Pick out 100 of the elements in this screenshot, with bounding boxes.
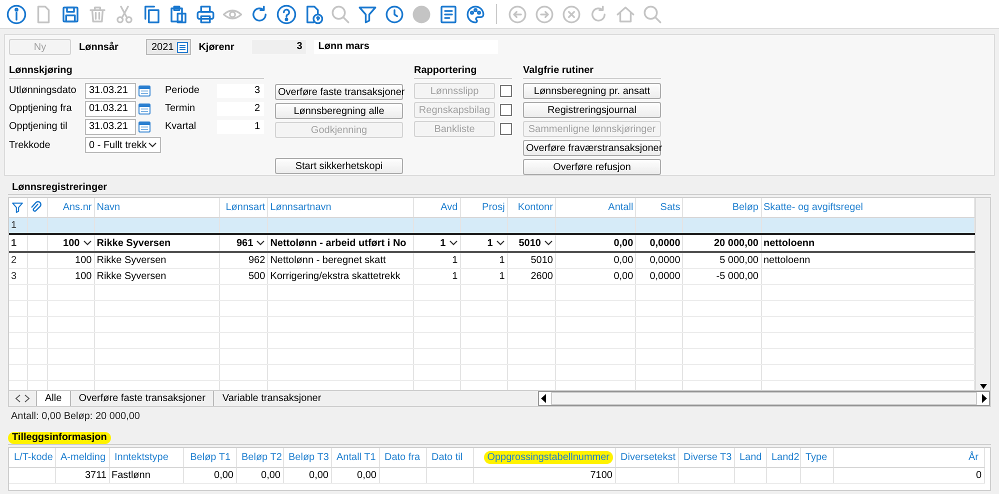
- table-row[interactable]: 2 100 Rikke Syversen 962 Nettolønn - beregnet skatt 1 1 5010 0,00 0,0000 5 000,00 nettoloenn: [9, 252, 975, 268]
- info-icon[interactable]: [6, 4, 27, 24]
- row-number: 3: [9, 268, 28, 284]
- calendar-icon[interactable]: [138, 84, 151, 97]
- run-name-field: Lønn mars: [314, 40, 498, 54]
- table-cell: Nettolønn - arbeid utført i No: [268, 234, 414, 252]
- table-cell: 0,0000: [636, 268, 683, 284]
- run-number-label: Kjørenr: [198, 42, 234, 52]
- table-cell: 1: [413, 234, 460, 252]
- table-cell: 0,00: [555, 252, 636, 268]
- table-cell: 961: [220, 234, 268, 252]
- column-header[interactable]: Antall T1: [331, 448, 379, 468]
- table-cell: Fastlønn: [109, 468, 183, 484]
- routine-button[interactable]: Registreringsjournal: [523, 102, 661, 118]
- action-button[interactable]: Lønnsberegning alle: [275, 103, 403, 119]
- table-cell: Nettolønn - beregnet skatt: [268, 252, 414, 268]
- clock-icon[interactable]: [384, 4, 405, 24]
- column-header[interactable]: Beløp T1: [183, 448, 236, 468]
- clipboard-icon[interactable]: [168, 4, 189, 24]
- table-cell: 2600: [507, 268, 556, 284]
- paperclip-icon[interactable]: [30, 201, 42, 214]
- calendar-icon[interactable]: [138, 120, 151, 133]
- table-cell: Korrigering/ekstra skattetrekk: [268, 268, 414, 284]
- caret-icon[interactable]: [148, 142, 157, 148]
- table-cell: 3711: [55, 468, 109, 484]
- column-header[interactable]: Beløp T2: [236, 448, 283, 468]
- table-cell: Rikke Syversen: [94, 234, 220, 252]
- column-header[interactable]: L/T-kode: [9, 448, 55, 468]
- palette-icon[interactable]: [465, 4, 486, 24]
- caret-icon[interactable]: [544, 240, 553, 246]
- filter-icon[interactable]: [357, 4, 378, 24]
- backup-button[interactable]: Start sikkerhetskopi: [275, 158, 403, 174]
- counter-value: 3: [217, 84, 264, 98]
- counter-label: Termin: [165, 103, 196, 114]
- list-icon[interactable]: [176, 42, 188, 52]
- caret-icon[interactable]: [448, 240, 458, 246]
- chevron-left-icon[interactable]: [15, 394, 21, 403]
- table-cell: 100: [47, 234, 94, 252]
- scroll-left-icon[interactable]: [539, 393, 549, 404]
- year-label: Lønnsår: [79, 42, 118, 52]
- field-label: Opptjening til: [9, 121, 68, 132]
- printer-icon[interactable]: [195, 4, 216, 24]
- caret-icon[interactable]: [256, 240, 266, 246]
- note-icon[interactable]: [438, 4, 459, 24]
- routine-button[interactable]: Lønnsberegning pr. ansatt: [523, 83, 661, 99]
- new-row[interactable]: 1: [9, 218, 975, 234]
- horizontal-scrollbar[interactable]: [538, 391, 990, 406]
- year-field[interactable]: 2021: [146, 39, 191, 55]
- table-cell: nettoloenn: [761, 234, 975, 252]
- table-cell: nettoloenn: [761, 252, 975, 268]
- column-header[interactable]: Beløp T3: [283, 448, 331, 468]
- table-cell: 0,00: [183, 468, 236, 484]
- filter-icon[interactable]: [11, 201, 24, 214]
- caret-icon[interactable]: [496, 240, 505, 246]
- column-header[interactable]: Diversetekst: [615, 448, 678, 468]
- counter-value: 1: [217, 120, 264, 134]
- row-number: 1: [9, 234, 28, 252]
- table-cell: 1: [413, 268, 460, 284]
- table-cell: 0,00: [331, 468, 379, 484]
- caret-icon[interactable]: [82, 240, 92, 246]
- action-button[interactable]: Overføre faste transaksjoner: [275, 84, 403, 100]
- table-cell: 0,00: [283, 468, 331, 484]
- calendar-icon[interactable]: [138, 102, 151, 115]
- group-title: Lønnskjøring: [9, 65, 264, 79]
- column-header[interactable]: Diverse T3: [678, 448, 734, 468]
- column-header[interactable]: Dato fra: [379, 448, 426, 468]
- table-cell: -5 000,00: [682, 268, 761, 284]
- table-row[interactable]: 3 100 Rikke Syversen 500 Korrigering/ekstra skattetrekk 1 1 2600 0,00 0,0000 -5 000,00: [9, 268, 975, 284]
- table-row[interactable]: 1 100 Rikke Syversen 961 Nettolønn - arbeid utført i No 1 1 5010 0,00 0,0000 20 000,00 nettoloenn: [9, 234, 975, 252]
- routine-button[interactable]: Overføre fraværstransaksjoner: [523, 140, 661, 156]
- counter-value: 2: [217, 102, 264, 116]
- column-header[interactable]: Dato til: [426, 448, 473, 468]
- row-number: 2: [9, 252, 28, 268]
- table-cell: 20 000,00: [682, 234, 761, 252]
- column-header[interactable]: Land: [734, 448, 766, 468]
- date-field[interactable]: 01.03.21: [85, 100, 136, 116]
- group-title: Rapportering: [414, 65, 512, 79]
- column-header[interactable]: År: [833, 448, 984, 468]
- chevron-right-icon[interactable]: [24, 394, 30, 403]
- date-field[interactable]: 31.03.21: [85, 82, 136, 98]
- table-cell: 1: [413, 252, 460, 268]
- table-cell: 0: [833, 468, 984, 484]
- table-cell: 0,00: [555, 234, 636, 252]
- help-icon[interactable]: [276, 4, 297, 24]
- table-cell: Rikke Syversen: [94, 252, 220, 268]
- column-header[interactable]: Type: [800, 448, 833, 468]
- column-header[interactable]: Inntektstype: [109, 448, 183, 468]
- routine-button[interactable]: Overføre refusjon: [523, 159, 661, 175]
- run-number-field: 3: [252, 40, 306, 54]
- table-cell: Rikke Syversen: [94, 268, 220, 284]
- date-field[interactable]: 31.03.21: [85, 118, 136, 134]
- column-header[interactable]: Land2: [766, 448, 800, 468]
- table-cell: 962: [220, 252, 268, 268]
- tab[interactable]: Alle: [36, 391, 70, 406]
- dropdown[interactable]: 0 - Fullt trekk: [85, 137, 161, 153]
- table-cell: 0,0000: [636, 252, 683, 268]
- section-title: Tilleggsinformasjon: [8, 432, 111, 444]
- scroll-right-icon[interactable]: [979, 393, 989, 404]
- column-header[interactable]: A-melding: [55, 448, 109, 468]
- table-cell: 1: [460, 268, 508, 284]
